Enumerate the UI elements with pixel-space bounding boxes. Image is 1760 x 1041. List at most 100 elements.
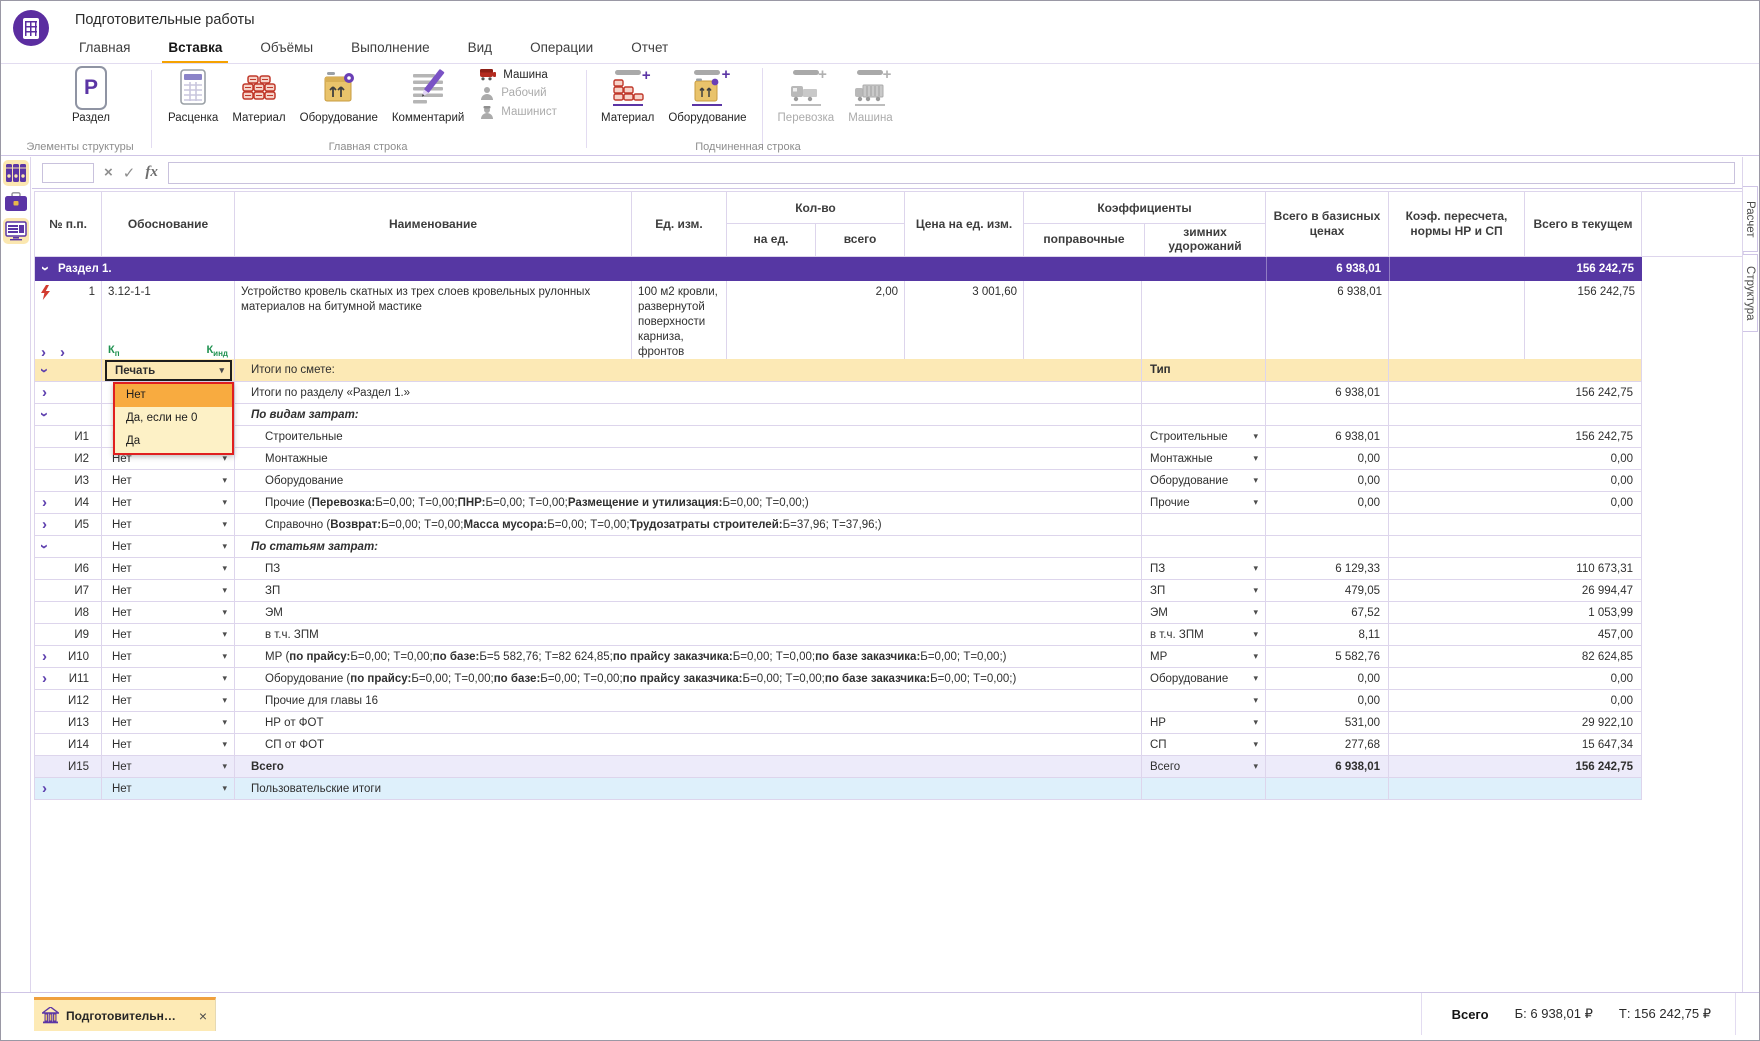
- expand-group-icon[interactable]: ›: [42, 385, 47, 400]
- type-dropdown-cell[interactable]: ЭМ▾: [1142, 602, 1266, 624]
- briefcase-icon[interactable]: [3, 189, 29, 215]
- type-dropdown-cell[interactable]: [1142, 778, 1266, 800]
- insert-equipment-button[interactable]: Оборудование: [293, 64, 385, 126]
- print-setting-cell[interactable]: Нет▾: [102, 536, 235, 558]
- print-setting-cell[interactable]: Нет▾: [102, 756, 235, 778]
- collapse-section-icon[interactable]: ›: [38, 266, 53, 271]
- totals-row[interactable]: ›Нет▾Пользовательские итоги: [34, 778, 1642, 800]
- section-row[interactable]: › Раздел 1. 6 938,01 156 242,75: [34, 256, 1642, 281]
- tab-otchet[interactable]: Отчет: [619, 34, 680, 64]
- col-header-corrective[interactable]: поправочные: [1024, 224, 1144, 256]
- print-setting-cell[interactable]: Нет▾: [102, 778, 235, 800]
- collapse-group-icon[interactable]: ›: [37, 412, 52, 417]
- type-dropdown-cell[interactable]: Строительные▾: [1142, 426, 1266, 448]
- print-setting-cell[interactable]: Нет▾: [102, 558, 235, 580]
- totals-row[interactable]: ›И4Нет▾Прочие (Перевозка: Б=0,00; Т=0,00…: [34, 492, 1642, 514]
- tab-vstavka[interactable]: Вставка: [156, 34, 234, 64]
- col-header-winter[interactable]: зимних удорожаний: [1144, 224, 1265, 256]
- tab-obyomy[interactable]: Объёмы: [248, 34, 325, 64]
- insert-sub-material-button[interactable]: + Материал: [594, 64, 661, 126]
- tab-struktura[interactable]: Структура: [1743, 254, 1758, 332]
- formula-input[interactable]: [168, 162, 1735, 184]
- totals-name-cell[interactable]: По видам затрат:: [235, 404, 1142, 426]
- type-dropdown-cell[interactable]: в т.ч. ЗПМ▾: [1142, 624, 1266, 646]
- print-setting-cell[interactable]: Нет▾: [102, 624, 235, 646]
- binders-icon[interactable]: [3, 160, 29, 186]
- insert-sub-machine-button[interactable]: + Машина: [841, 64, 900, 126]
- type-dropdown-cell[interactable]: ▾: [1142, 690, 1266, 712]
- totals-name-cell[interactable]: Пользовательские итоги: [235, 778, 1142, 800]
- totals-name-cell[interactable]: ЗП: [235, 580, 1142, 602]
- type-dropdown-cell[interactable]: Оборудование▾: [1142, 668, 1266, 690]
- insert-comment-button[interactable]: Комментарий: [385, 64, 471, 126]
- tab-vypolnenie[interactable]: Выполнение: [339, 34, 442, 64]
- totals-row[interactable]: И7Нет▾ЗПЗП▾479,0526 994,47: [34, 580, 1642, 602]
- col-header-total-current[interactable]: Всего в текущем: [1525, 192, 1642, 257]
- expand-group-icon[interactable]: ›: [42, 517, 47, 532]
- tab-raschet[interactable]: Расчет: [1743, 186, 1758, 252]
- totals-name-cell[interactable]: Монтажные: [235, 448, 1142, 470]
- print-setting-cell[interactable]: Нет▾: [102, 602, 235, 624]
- col-header-qty-per[interactable]: на ед.: [727, 224, 815, 256]
- item-price-cell[interactable]: 3 001,60: [905, 281, 1024, 365]
- totals-row[interactable]: И9Нет▾в т.ч. ЗПМв т.ч. ЗПМ▾8,11457,00: [34, 624, 1642, 646]
- print-dropdown-list[interactable]: НетДа, если не 0Да: [113, 382, 234, 455]
- insert-driver-button[interactable]: Машинист: [479, 105, 557, 119]
- item-total-current-cell[interactable]: 156 242,75: [1525, 281, 1642, 365]
- totals-name-cell[interactable]: НР от ФОТ: [235, 712, 1142, 734]
- totals-name-cell[interactable]: Всего: [235, 756, 1142, 778]
- item-winter-cell[interactable]: [1142, 281, 1266, 365]
- print-setting-cell[interactable]: Нет▾: [102, 580, 235, 602]
- dropdown-option[interactable]: Нет: [115, 384, 232, 407]
- print-setting-cell[interactable]: Нет▾: [102, 514, 235, 536]
- insert-sub-transport-button[interactable]: + Перевозка: [771, 64, 842, 126]
- print-setting-cell[interactable]: Нет▾: [102, 690, 235, 712]
- type-dropdown-cell[interactable]: ПЗ▾: [1142, 558, 1266, 580]
- insert-rate-button[interactable]: Расценка: [161, 64, 225, 126]
- totals-row[interactable]: И12Нет▾Прочие для главы 16▾0,000,00: [34, 690, 1642, 712]
- col-header-qty[interactable]: Кол-во: [727, 192, 904, 224]
- col-header-conversion[interactable]: Коэф. пересчета, нормы НР и СП: [1389, 192, 1525, 257]
- expand-resources-icon[interactable]: ›: [60, 345, 65, 360]
- totals-row[interactable]: И8Нет▾ЭМЭМ▾67,521 053,99: [34, 602, 1642, 624]
- totals-name-cell[interactable]: Оборудование (по прайсу: Б=0,00; Т=0,00;…: [235, 668, 1142, 690]
- totals-name-cell[interactable]: Прочие для главы 16: [235, 690, 1142, 712]
- item-unit-cell[interactable]: 100 м2 кровли, развернутой поверхности к…: [632, 281, 727, 365]
- totals-row[interactable]: ›И10Нет▾МР (по прайсу: Б=0,00; Т=0,00; п…: [34, 646, 1642, 668]
- totals-row[interactable]: ›И5Нет▾Справочно (Возврат: Б=0,00; Т=0,0…: [34, 514, 1642, 536]
- totals-row[interactable]: › По видам затрат:: [34, 404, 1642, 426]
- type-dropdown-cell[interactable]: [1142, 382, 1266, 404]
- col-header-unit[interactable]: Ед. изм.: [632, 192, 727, 257]
- cell-reference-input[interactable]: [42, 163, 94, 183]
- formula-cancel-icon[interactable]: ×: [104, 164, 113, 181]
- type-dropdown-cell[interactable]: [1142, 536, 1266, 558]
- estimate-item-row[interactable]: 1 › › 3.12-1-1 Кп Кинд Устройство кровел…: [34, 281, 1642, 359]
- print-setting-cell[interactable]: Нет▾: [102, 712, 235, 734]
- item-name-cell[interactable]: Устройство кровель скатных из трех слоев…: [235, 281, 632, 365]
- insert-section-button[interactable]: P Раздел: [65, 64, 117, 126]
- totals-name-cell[interactable]: Прочие (Перевозка: Б=0,00; Т=0,00; ПНР: …: [235, 492, 1142, 514]
- document-tab[interactable]: Подготовительн… ×: [34, 997, 216, 1031]
- totals-row[interactable]: И1Нет▾СтроительныеСтроительные▾6 938,011…: [34, 426, 1642, 448]
- totals-name-cell[interactable]: Оборудование: [235, 470, 1142, 492]
- dropdown-option[interactable]: Да: [115, 430, 232, 453]
- totals-name-cell[interactable]: ЭМ: [235, 602, 1142, 624]
- totals-name-cell[interactable]: Справочно (Возврат: Б=0,00; Т=0,00; Масс…: [235, 514, 1142, 536]
- print-setting-cell[interactable]: Нет▾: [102, 646, 235, 668]
- col-header-num[interactable]: № п.п.: [35, 192, 102, 257]
- totals-name-cell[interactable]: По статьям затрат:: [235, 536, 1142, 558]
- type-dropdown-cell[interactable]: МР▾: [1142, 646, 1266, 668]
- expand-coeff-icon[interactable]: ›: [41, 345, 46, 360]
- item-total-basic-cell[interactable]: 6 938,01: [1266, 281, 1389, 365]
- insert-worker-button[interactable]: Рабочий: [479, 86, 557, 100]
- print-setting-cell[interactable]: Нет▾: [102, 470, 235, 492]
- totals-row[interactable]: И2Нет▾МонтажныеМонтажные▾0,000,00: [34, 448, 1642, 470]
- item-qty-cell[interactable]: 2,00: [727, 281, 905, 365]
- type-dropdown-cell[interactable]: Прочие▾: [1142, 492, 1266, 514]
- insert-sub-equipment-button[interactable]: + Оборудование: [661, 64, 753, 126]
- print-setting-cell[interactable]: Нет▾: [102, 734, 235, 756]
- expand-group-icon[interactable]: ›: [42, 671, 47, 686]
- item-conversion-cell[interactable]: [1389, 281, 1525, 365]
- totals-print-cell[interactable]: Печать ▾: [102, 359, 235, 382]
- totals-row[interactable]: И6Нет▾ПЗПЗ▾6 129,33110 673,31: [34, 558, 1642, 580]
